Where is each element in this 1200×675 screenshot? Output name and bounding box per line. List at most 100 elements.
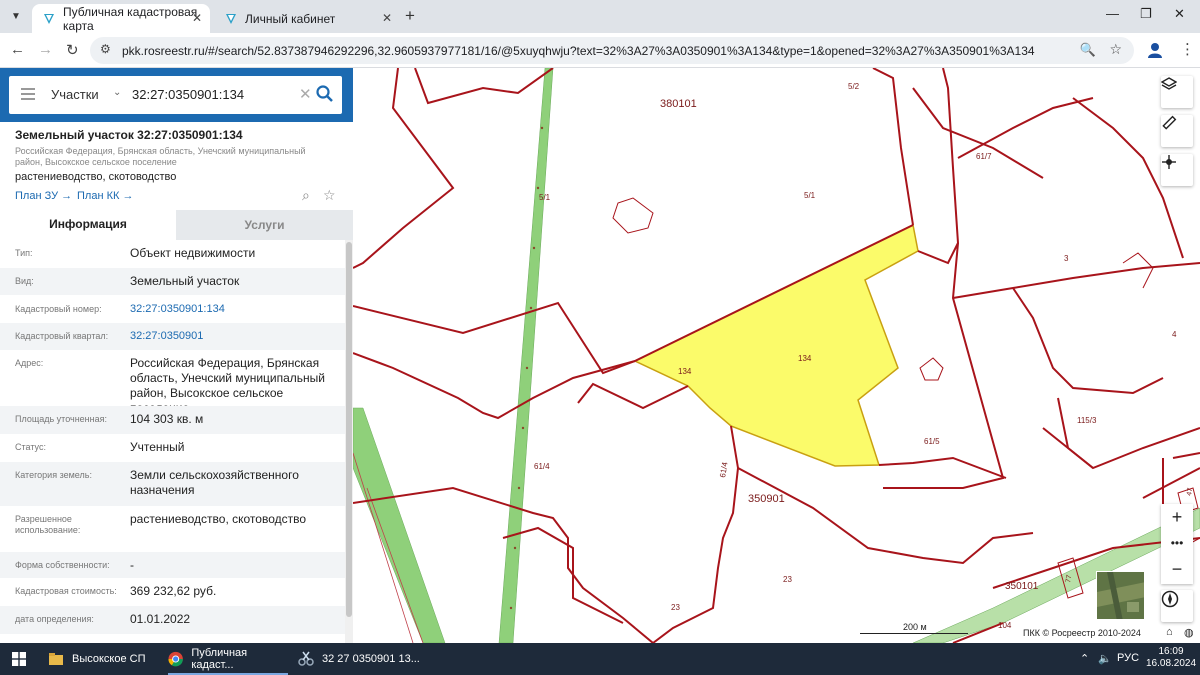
- parcel-label: 23: [671, 603, 680, 612]
- windows-taskbar: Высокское СП Публичная кадаст... 32 27 0…: [0, 643, 1200, 675]
- info-value-link[interactable]: 32:27:0350901: [130, 329, 342, 344]
- site-settings-icon[interactable]: ⚙: [100, 42, 111, 56]
- tray-chevron-up-icon[interactable]: ⌃: [1080, 652, 1089, 665]
- chevron-down-icon[interactable]: ⌄: [113, 87, 121, 98]
- info-key: Категория земель:: [15, 470, 92, 480]
- address-bar[interactable]: ⚙ pkk.rosreestr.ru/#/search/52.837387946…: [90, 37, 1134, 64]
- parcel-label: 104: [998, 621, 1012, 630]
- info-key: Форма собственности:: [15, 560, 110, 570]
- more-options-icon[interactable]: •••: [1161, 530, 1193, 556]
- tab-list-chevron-icon[interactable]: ▼: [6, 6, 26, 26]
- close-window-icon[interactable]: ✕: [1174, 6, 1185, 22]
- map-canvas[interactable]: 380101 5/2 61/7 5/1 5/1 3 4 134 134 115/…: [353, 68, 1200, 643]
- zoom-magnifier-icon[interactable]: 🔍: [1080, 42, 1096, 58]
- browser-tab-cadastral-map[interactable]: Публичная кадастровая карта ✕: [32, 4, 210, 33]
- info-row: Адрес: Российская Федерация, Брянская обл…: [0, 350, 345, 415]
- parcel-label: 61/4: [718, 461, 730, 478]
- parcel-label: 115/3: [1077, 416, 1097, 425]
- layers-icon[interactable]: [1161, 76, 1193, 108]
- search-type-select[interactable]: Участки: [51, 87, 99, 102]
- info-value: 104 303 кв. м: [130, 412, 204, 426]
- new-tab-plus-icon[interactable]: +: [405, 6, 415, 26]
- url-text[interactable]: pkk.rosreestr.ru/#/search/52.83738794629…: [122, 44, 1035, 58]
- snipping-tool-icon: [298, 651, 314, 666]
- taskbar-item-snipping[interactable]: 32 27 0350901 13...: [298, 643, 428, 675]
- taskbar-item-label: Публичная кадаст...: [191, 647, 248, 671]
- quarter-label: 380101: [660, 98, 697, 110]
- bookmark-star-icon[interactable]: ☆: [1109, 41, 1122, 58]
- scale-label: 200 м: [903, 622, 927, 632]
- info-key: Адрес:: [15, 358, 44, 368]
- road-strip: [353, 407, 446, 643]
- info-row: Тип: Объект недвижимости: [0, 240, 345, 267]
- volume-icon[interactable]: 🔈: [1098, 652, 1112, 665]
- rosreestr-favicon-icon: [42, 12, 56, 26]
- panel-scrollbar[interactable]: [345, 240, 353, 643]
- info-key: Тип:: [15, 248, 33, 258]
- taskbar-item-folder[interactable]: Высокское СП: [48, 643, 164, 675]
- reload-icon[interactable]: ↻: [66, 41, 79, 59]
- tab-information[interactable]: Информация: [0, 210, 176, 240]
- hamburger-menu-icon[interactable]: [21, 88, 35, 100]
- close-tab-icon[interactable]: ✕: [192, 11, 202, 25]
- browser-menu-icon[interactable]: ⋮: [1180, 40, 1195, 58]
- ruler-measure-icon[interactable]: [1161, 115, 1193, 147]
- panel-tabs: Информация Услуги: [0, 210, 353, 240]
- maximize-window-icon[interactable]: ❐: [1140, 6, 1152, 22]
- info-value: 01.01.2022: [130, 612, 191, 626]
- parcel-label: 61/5: [924, 437, 940, 446]
- parcel-title: Земельный участок 32:27:0350901:134: [15, 128, 243, 142]
- search-input[interactable]: 32:27:0350901:134: [132, 87, 244, 102]
- globe-icon[interactable]: ◍: [1184, 626, 1194, 639]
- favorite-star-icon[interactable]: ☆: [323, 187, 336, 204]
- info-row: дата определения: 01.01.2022: [0, 606, 345, 634]
- tab-title: Публичная кадастровая карта: [63, 4, 198, 33]
- parcel-label: 5/2: [848, 82, 860, 91]
- search-box: Участки ⌄ 32:27:0350901:134 ✕: [9, 76, 342, 114]
- search-icon[interactable]: [315, 83, 335, 105]
- info-value-link[interactable]: 32:27:0350901:134: [130, 302, 342, 317]
- profile-avatar-icon[interactable]: [1146, 41, 1164, 59]
- taskbar-clock[interactable]: 16:09 16.08.2024: [1146, 646, 1196, 670]
- locate-crosshair-icon[interactable]: [1161, 154, 1193, 186]
- info-key: Кадастровый квартал:: [15, 331, 109, 341]
- zoom-out-icon[interactable]: −: [1161, 556, 1193, 582]
- minimize-window-icon[interactable]: —: [1106, 6, 1119, 21]
- close-tab-icon[interactable]: ✕: [382, 11, 392, 25]
- info-value: -: [130, 558, 134, 572]
- parcel-label: 61/4: [534, 462, 550, 471]
- forward-arrow-icon[interactable]: →: [38, 41, 53, 58]
- info-value: растениеводство, скотоводство: [130, 512, 307, 526]
- parcel-label: 134: [678, 367, 692, 376]
- parcel-info-panel: Участки ⌄ 32:27:0350901:134 ✕ ‹ Земельны…: [0, 68, 364, 643]
- cadastral-map[interactable]: 380101 5/2 61/7 5/1 5/1 3 4 134 134 115/…: [353, 68, 1200, 643]
- zoom-in-icon[interactable]: +: [1161, 504, 1193, 530]
- browser-tab-bar: ▼ Публичная кадастровая карта ✕ Личный к…: [0, 0, 1200, 33]
- taskbar-lang[interactable]: РУС: [1117, 652, 1139, 664]
- zoom-to-parcel-icon[interactable]: ⌕: [302, 187, 310, 204]
- satellite-basemap-thumbnail[interactable]: [1096, 571, 1145, 620]
- parcel-label: 5/1: [804, 191, 816, 200]
- parcel-label: 134: [798, 354, 812, 363]
- info-key: Площадь уточненная:: [15, 414, 107, 424]
- parcel-use: растениеводство, скотоводство: [15, 171, 177, 183]
- plan-kk-link[interactable]: План КК →: [77, 190, 133, 202]
- info-row: Кадастровый номер: 32:27:0350901:134: [0, 296, 345, 323]
- road-strip: [498, 68, 554, 643]
- taskbar-item-label: 32 27 0350901 13...: [322, 653, 420, 665]
- taskbar-item-chrome[interactable]: Публичная кадаст...: [168, 643, 288, 675]
- plan-zu-link[interactable]: План ЗУ →: [15, 190, 72, 202]
- parcel-label: 4: [1172, 330, 1177, 339]
- tab-services[interactable]: Услуги: [176, 210, 353, 240]
- home-icon[interactable]: ⌂: [1166, 626, 1173, 638]
- info-row: Разрешенное использование: растениеводств…: [0, 506, 345, 552]
- browser-tab-personal-cabinet[interactable]: Личный кабинет ✕: [214, 4, 400, 33]
- parcel-label: 61/7: [976, 152, 992, 161]
- info-value: Земельный участок: [130, 274, 240, 288]
- selected-parcel[interactable]: [633, 223, 919, 467]
- back-arrow-icon[interactable]: ←: [10, 41, 25, 58]
- clear-search-icon[interactable]: ✕: [299, 85, 312, 103]
- compass-icon[interactable]: [1161, 590, 1193, 622]
- folder-icon: [49, 653, 63, 665]
- windows-start-icon[interactable]: [12, 643, 26, 675]
